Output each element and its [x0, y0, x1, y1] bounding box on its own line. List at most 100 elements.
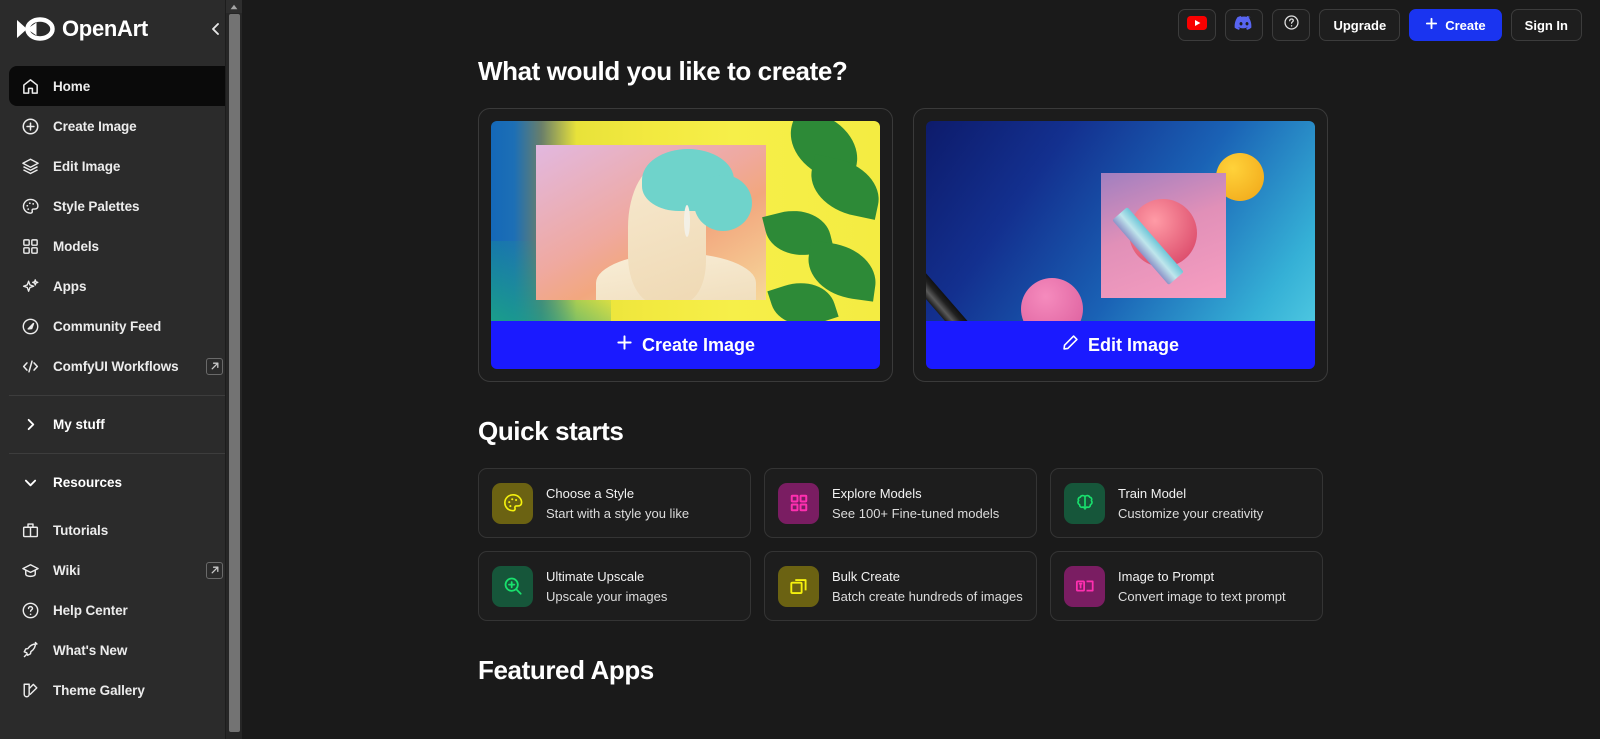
brand-header: OpenArt — [0, 0, 242, 58]
chevron-down-icon — [19, 476, 41, 489]
sidebar-section-resources[interactable]: Resources — [9, 462, 233, 502]
quick-start-subtitle: See 100+ Fine-tuned models — [832, 505, 1000, 521]
resources-nav: Tutorials Wiki Help Center What's New Th… — [0, 510, 242, 710]
hero-cards-row: Create Image Edit Image — [478, 108, 1580, 382]
sidebar-item-models[interactable]: Models — [9, 226, 233, 266]
hero-cta-edit-image[interactable]: Edit Image — [926, 321, 1315, 369]
sidebar-item-label: Home — [53, 78, 91, 94]
quick-start-train-model[interactable]: Train Model Customize your creativity — [1050, 468, 1323, 538]
sidebar-item-help-center[interactable]: Help Center — [9, 590, 233, 630]
quick-start-text: Image to Prompt Convert image to text pr… — [1118, 569, 1286, 604]
sidebar-item-label: Create Image — [53, 118, 137, 134]
youtube-button[interactable] — [1178, 9, 1217, 41]
quick-start-explore-models[interactable]: Explore Models See 100+ Fine-tuned model… — [764, 468, 1037, 538]
external-link-icon[interactable] — [206, 357, 223, 375]
sidebar-item-apps[interactable]: Apps — [9, 266, 233, 306]
home-icon — [19, 75, 41, 97]
question-circle-icon — [19, 599, 41, 621]
page-title: What would you like to create? — [478, 56, 848, 86]
sidebar-item-wiki[interactable]: Wiki — [9, 550, 233, 590]
sidebar-item-comfyui-workflows[interactable]: ComfyUI Workflows — [9, 346, 233, 386]
chevron-right-icon — [19, 418, 41, 431]
upgrade-button[interactable]: Upgrade — [1319, 9, 1401, 41]
brain-icon — [1064, 482, 1105, 524]
sidebar-item-create-image[interactable]: Create Image — [9, 106, 233, 146]
sidebar-item-edit-image[interactable]: Edit Image — [9, 146, 233, 186]
sidebar-item-label: Wiki — [53, 562, 81, 578]
sidebar-item-label: Style Palettes — [53, 198, 140, 214]
hero-card-create-image[interactable]: Create Image — [478, 108, 893, 382]
quick-start-bulk-create[interactable]: Bulk Create Batch create hundreds of ima… — [764, 551, 1037, 621]
discord-button[interactable] — [1225, 9, 1264, 41]
layers-icon — [19, 155, 41, 177]
quick-start-title: Choose a Style — [546, 485, 635, 501]
scrollbar-thumb[interactable] — [229, 14, 240, 732]
sidebar-item-tutorials[interactable]: Tutorials — [9, 510, 233, 550]
palette-icon — [492, 482, 533, 524]
external-link-icon[interactable] — [206, 561, 223, 579]
plus-icon — [1425, 17, 1438, 33]
quick-start-choose-a-style[interactable]: Choose a Style Start with a style you li… — [478, 468, 751, 538]
quick-starts-grid: Choose a Style Start with a style you li… — [478, 468, 1580, 621]
upgrade-label: Upgrade — [1333, 17, 1387, 33]
sign-in-button[interactable]: Sign In — [1510, 9, 1582, 41]
rocket-icon — [19, 639, 41, 661]
open-book-icon — [19, 519, 41, 541]
question-circle-icon — [1283, 14, 1300, 36]
scrollbar-up-arrow[interactable] — [226, 0, 242, 13]
quick-start-subtitle: Upscale your images — [546, 588, 668, 604]
zoom-in-icon — [492, 565, 533, 607]
quick-start-text: Bulk Create Batch create hundreds of ima… — [832, 569, 1023, 604]
code-brackets-icon — [19, 355, 41, 377]
sidebar-item-label: Edit Image — [53, 158, 121, 174]
topbar: Upgrade Create Sign In — [242, 0, 1600, 50]
sidebar-item-home[interactable]: Home — [9, 66, 233, 106]
app-root: OpenArt Home Create Image Edit Image Sty… — [0, 0, 1600, 739]
plus-icon — [616, 334, 633, 356]
grid-squares-icon — [778, 482, 819, 524]
content-inner: What would you like to create? Create Im… — [242, 56, 1600, 686]
sidebar-item-community-feed[interactable]: Community Feed — [9, 306, 233, 346]
quick-start-text: Choose a Style Start with a style you li… — [546, 486, 689, 521]
create-button[interactable]: Create — [1409, 9, 1502, 41]
hero-art-edit-image — [926, 121, 1315, 321]
quick-start-title: Explore Models — [832, 485, 922, 501]
sidebar-scrollbar[interactable] — [225, 0, 242, 739]
sidebar-section-label: My stuff — [53, 416, 105, 432]
quick-start-text: Ultimate Upscale Upscale your images — [546, 569, 667, 604]
quick-starts-title: Quick starts — [478, 416, 624, 446]
woman-portrait-yellow-leaves-art — [491, 121, 880, 321]
hero-card-edit-image[interactable]: Edit Image — [913, 108, 1328, 382]
quick-start-text: Explore Models See 100+ Fine-tuned model… — [832, 486, 999, 521]
hero-art-create-image — [491, 121, 880, 321]
primary-nav: Home Create Image Edit Image Style Palet… — [0, 58, 242, 386]
sidebar-item-label: What's New — [53, 642, 128, 658]
sidebar-item-whats-new[interactable]: What's New — [9, 630, 233, 670]
hero-cta-create-image[interactable]: Create Image — [491, 321, 880, 369]
palette-icon — [19, 195, 41, 217]
help-button[interactable] — [1272, 9, 1311, 41]
quick-start-text: Train Model Customize your creativity — [1118, 486, 1263, 521]
sparkles-icon — [19, 275, 41, 297]
quick-start-title: Train Model — [1118, 485, 1187, 501]
image-to-text-icon — [1064, 565, 1105, 607]
sidebar-item-label: Community Feed — [53, 318, 162, 334]
grid-squares-icon — [19, 235, 41, 257]
discord-icon — [1234, 15, 1254, 35]
sidebar-item-theme-gallery[interactable]: Theme Gallery — [9, 670, 233, 710]
graduation-cap-icon — [19, 559, 41, 581]
featured-apps-title: Featured Apps — [478, 655, 654, 685]
quick-start-ultimate-upscale[interactable]: Ultimate Upscale Upscale your images — [478, 551, 751, 621]
quick-start-image-to-prompt[interactable]: Image to Prompt Convert image to text pr… — [1050, 551, 1323, 621]
sidebar-section-label: Resources — [53, 474, 123, 490]
quick-start-title: Ultimate Upscale — [546, 568, 645, 584]
sidebar-item-style-palettes[interactable]: Style Palettes — [9, 186, 233, 226]
sidebar-section-my-stuff[interactable]: My stuff — [9, 404, 233, 444]
main-content: What would you like to create? Create Im… — [242, 50, 1600, 686]
quick-start-subtitle: Start with a style you like — [546, 505, 690, 521]
sidebar-divider-2 — [9, 453, 233, 454]
sidebar-item-label: Models — [53, 238, 99, 254]
plus-circle-icon — [19, 115, 41, 137]
sidebar-item-label: ComfyUI Workflows — [53, 358, 179, 374]
quick-start-subtitle: Batch create hundreds of images — [832, 588, 1023, 604]
